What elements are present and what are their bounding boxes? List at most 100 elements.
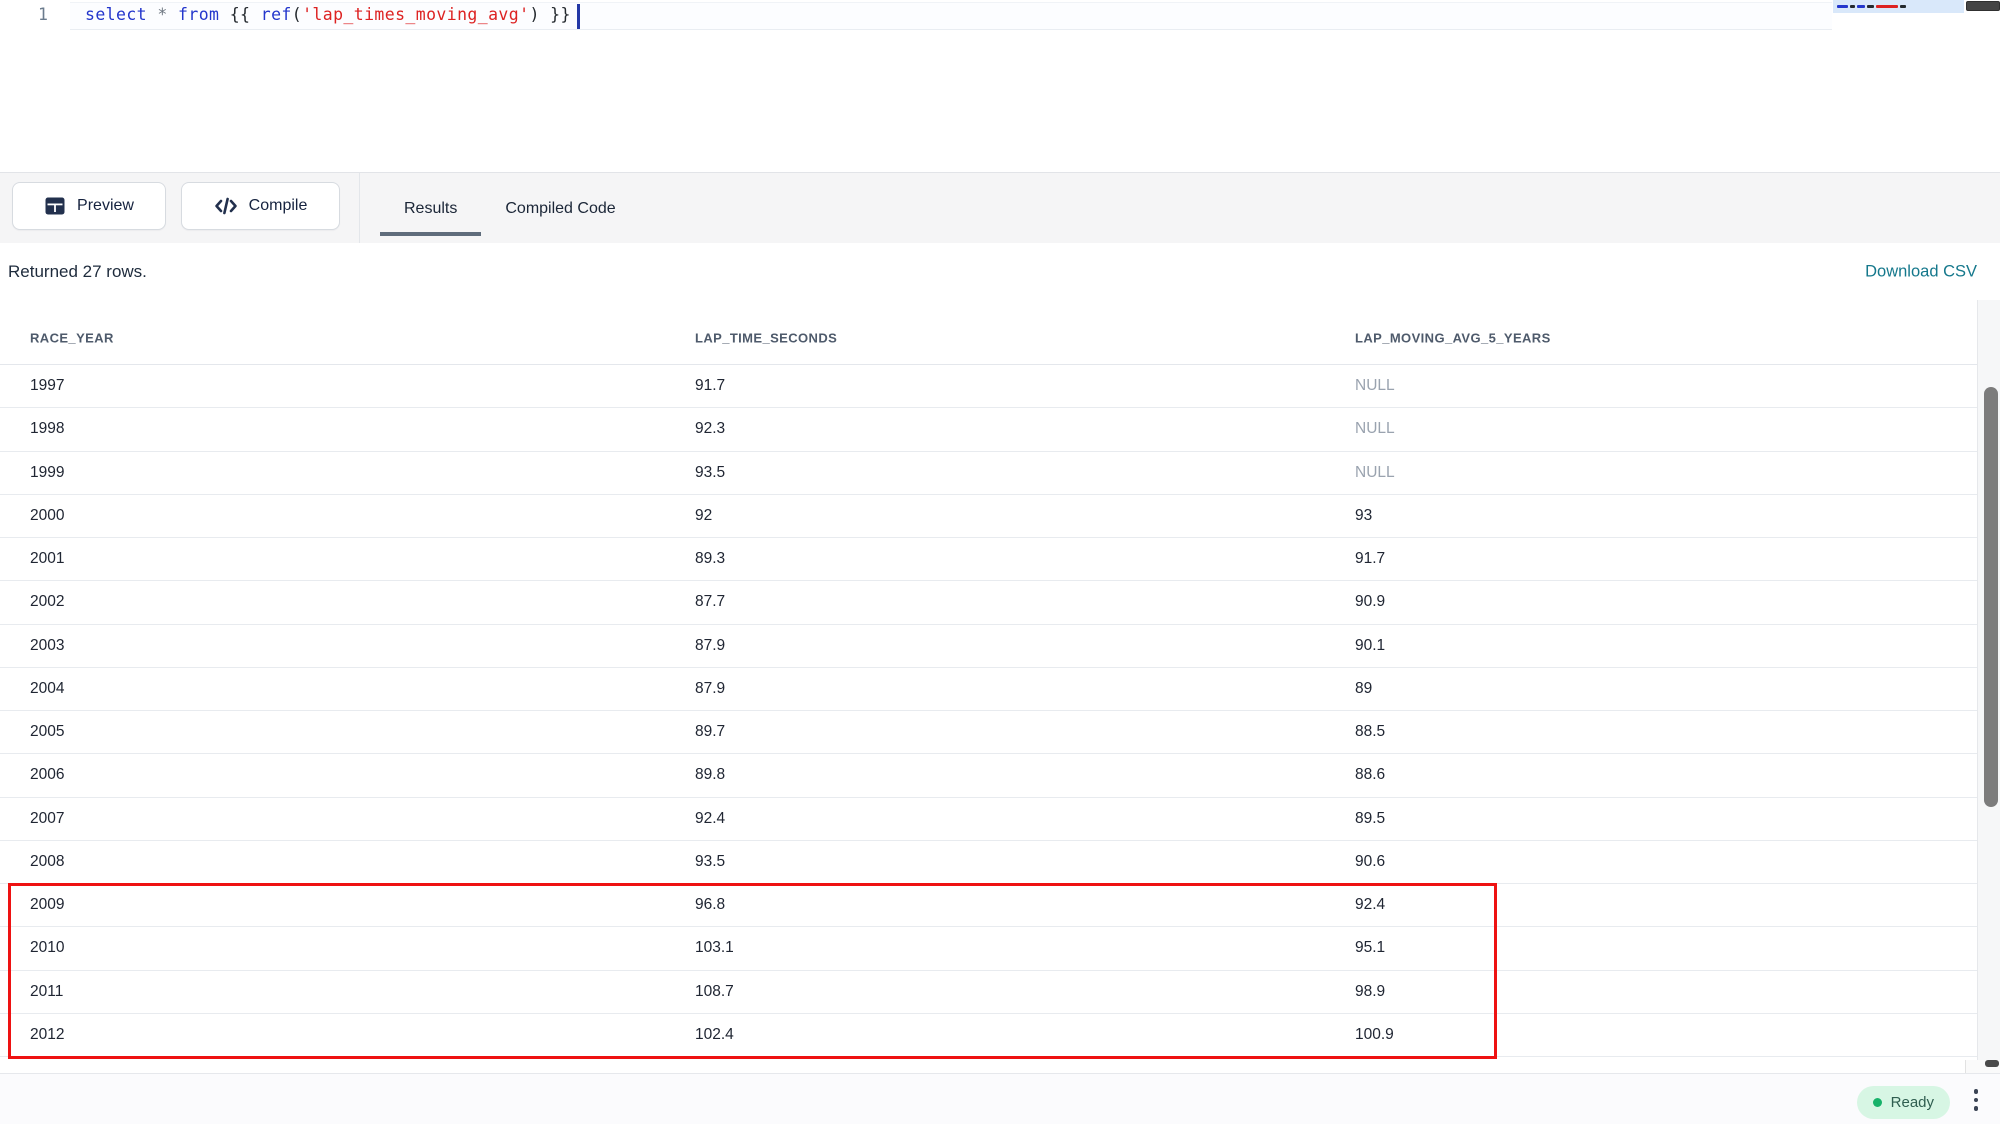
cell-race-year: 2003	[30, 637, 64, 655]
results-table: RACE_YEAR LAP_TIME_SECONDS LAP_MOVING_AVG_…	[0, 300, 1977, 1057]
results-meta-bar: Returned 27 rows. Download CSV	[0, 243, 2000, 300]
cell-lap-time-seconds: 87.9	[695, 637, 725, 655]
table-row: 1998 92.3 NULL	[0, 408, 1977, 451]
table-body: 199791.7NULL199892.3NULL199993.5NULL2000…	[0, 365, 1977, 1057]
cell-race-year: 2002	[30, 593, 64, 611]
cell-race-year: 2010	[30, 939, 64, 957]
table-row: 200996.892.4	[0, 884, 1977, 927]
cell-lap-moving-avg-5-years: 98.9	[1355, 983, 1385, 1001]
table-scrollbar-thumb[interactable]	[1984, 387, 1998, 807]
cell-race-year: 2006	[30, 766, 64, 784]
download-csv-link[interactable]: Download CSV	[1865, 262, 1977, 281]
ready-status-badge: Ready	[1857, 1086, 1950, 1119]
cell-lap-time-seconds: 89.8	[695, 766, 725, 784]
cell-lap-moving-avg-5-years: 90.9	[1355, 593, 1385, 611]
sql-editor[interactable]: 1 select * from {{ ref('lap_times_moving…	[0, 0, 2000, 172]
cell-lap-moving-avg-5-years: 88.5	[1355, 723, 1385, 741]
code-icon	[214, 196, 238, 216]
cell-race-year: 2011	[30, 983, 63, 1001]
column-header-lap-moving-avg-5-years: LAP_MOVING_AVG_5_YEARS	[1355, 331, 1551, 346]
tab-results[interactable]: Results	[380, 173, 481, 244]
cell-race-year: 2012	[30, 1026, 64, 1044]
code-token-plain: )	[529, 5, 539, 24]
code-token-plain: {{	[219, 5, 260, 24]
table-row: 1997 91.7 NULL	[0, 365, 1977, 408]
cell-lap-time-seconds: 87.7	[695, 593, 725, 611]
preview-button-label: Preview	[77, 197, 134, 215]
column-header-race-year: RACE_YEAR	[30, 331, 114, 346]
code-token-keyword: ref	[261, 5, 292, 24]
cell-lap-time-seconds: 93.5	[695, 853, 725, 871]
ide-root: 1 select * from {{ ref('lap_times_moving…	[0, 0, 2000, 1124]
code-token-plain	[168, 5, 178, 24]
cell-lap-moving-avg-5-years: 90.6	[1355, 853, 1385, 871]
cell-race-year: 1998	[30, 420, 64, 438]
status-bar: Ready	[0, 1073, 2000, 1124]
code-token-string: 'lap_times_moving_avg'	[302, 5, 529, 24]
cell-lap-time-seconds: 96.8	[695, 896, 725, 914]
compile-button[interactable]: Compile	[181, 182, 340, 230]
cell-race-year: 2004	[30, 680, 64, 698]
cell-race-year: 2001	[30, 550, 64, 568]
cell-lap-moving-avg-5-years: 95.1	[1355, 939, 1385, 957]
table-row: 200189.391.7	[0, 538, 1977, 581]
column-header-lap-time-seconds: LAP_TIME_SECONDS	[695, 331, 837, 346]
table-row: 2011 108.7 98.9	[0, 971, 1977, 1014]
cell-lap-time-seconds: 87.9	[695, 680, 725, 698]
code-token-operator: *	[157, 5, 167, 24]
tab-compiled-code[interactable]: Compiled Code	[481, 173, 639, 244]
cell-lap-moving-avg-5-years: 91.7	[1355, 550, 1385, 568]
sql-code-line[interactable]: select * from {{ ref('lap_times_moving_a…	[85, 5, 571, 24]
cell-lap-time-seconds: 92	[695, 507, 712, 525]
results-toolbar: Preview Compile ResultsCompiled Code	[0, 172, 2000, 243]
table-row: 2010 103.1 95.1	[0, 927, 1977, 970]
table-row: 2007 92.4 89.5	[0, 798, 1977, 841]
code-token-keyword: select	[85, 5, 147, 24]
cell-race-year: 2000	[30, 507, 64, 525]
cell-lap-moving-avg-5-years: NULL	[1355, 464, 1395, 482]
cell-lap-moving-avg-5-years: NULL	[1355, 420, 1395, 438]
table-row: 2005 89.7 88.5	[0, 711, 1977, 754]
cell-lap-moving-avg-5-years: 90.1	[1355, 637, 1385, 655]
cell-lap-moving-avg-5-years: NULL	[1355, 377, 1395, 395]
table-row: 2006 89.8 88.6	[0, 754, 1977, 797]
cell-lap-moving-avg-5-years: 89	[1355, 680, 1372, 698]
ready-status-label: Ready	[1891, 1094, 1934, 1111]
cell-lap-time-seconds: 91.7	[695, 377, 725, 395]
cell-lap-moving-avg-5-years: 88.6	[1355, 766, 1385, 784]
cell-lap-time-seconds: 89.7	[695, 723, 725, 741]
ready-status-dot-icon	[1873, 1098, 1882, 1107]
cell-race-year: 2007	[30, 810, 64, 828]
code-token-plain	[147, 5, 157, 24]
row-count-summary: Returned 27 rows.	[8, 262, 147, 282]
cell-lap-moving-avg-5-years: 100.9	[1355, 1026, 1394, 1044]
table-row: 2008 93.5 90.6	[0, 841, 1977, 884]
cell-lap-moving-avg-5-years: 89.5	[1355, 810, 1385, 828]
table-header-row: RACE_YEAR LAP_TIME_SECONDS LAP_MOVING_AVG_…	[0, 300, 1977, 365]
table-grid-icon	[44, 195, 66, 217]
compile-button-label: Compile	[249, 197, 308, 215]
editor-line-number: 1	[38, 5, 48, 24]
cell-race-year: 2008	[30, 853, 64, 871]
results-tabs: ResultsCompiled Code	[380, 173, 640, 244]
kebab-menu-button[interactable]	[1968, 1085, 1984, 1115]
code-token-keyword: from	[178, 5, 219, 24]
cell-lap-moving-avg-5-years: 93	[1355, 507, 1372, 525]
cell-race-year: 2005	[30, 723, 64, 741]
cell-lap-time-seconds: 103.1	[695, 939, 734, 957]
editor-scrollbar-thumb[interactable]	[1966, 1, 2000, 11]
horizontal-scrollbar-thumb[interactable]	[1985, 1060, 1999, 1067]
cell-race-year: 1999	[30, 464, 64, 482]
cell-race-year: 1997	[30, 377, 64, 395]
editor-minimap[interactable]	[1833, 0, 1964, 13]
code-token-plain: (	[292, 5, 302, 24]
cell-lap-time-seconds: 92.4	[695, 810, 725, 828]
cell-lap-time-seconds: 92.3	[695, 420, 725, 438]
cell-lap-time-seconds: 102.4	[695, 1026, 734, 1044]
preview-button[interactable]: Preview	[12, 182, 166, 230]
cell-lap-time-seconds: 108.7	[695, 983, 734, 1001]
cell-race-year: 2009	[30, 896, 64, 914]
code-token-plain: }}	[540, 5, 571, 24]
minimap-code-marks	[1837, 5, 1906, 8]
table-row: 199993.5NULL	[0, 452, 1977, 495]
